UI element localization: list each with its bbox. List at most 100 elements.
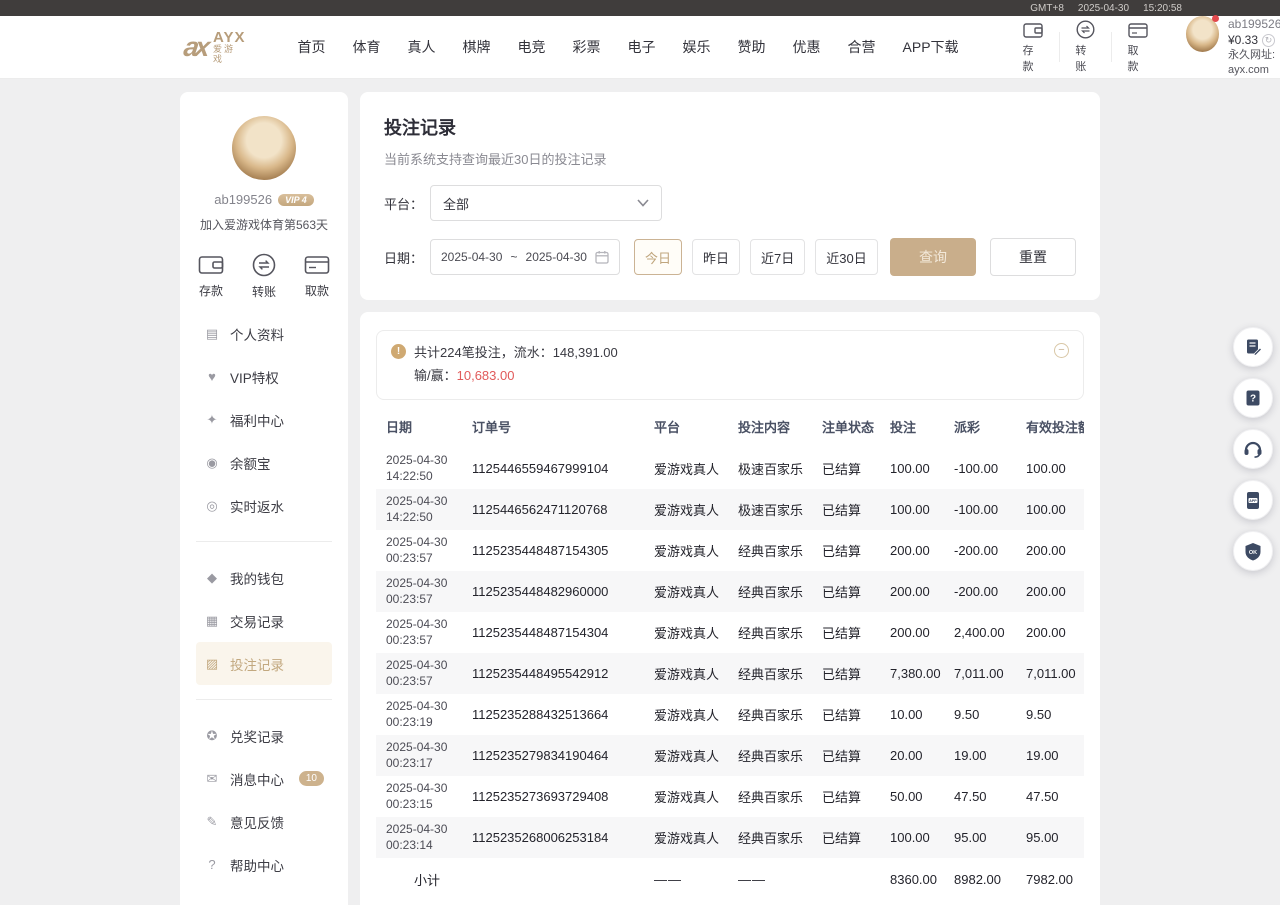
cell-platform: 爱游戏真人 (644, 828, 728, 847)
date-value: 2025-04-30 (386, 575, 462, 591)
deposit-button[interactable]: 存款 (1007, 21, 1059, 74)
sidebar-withdraw-button[interactable]: 取款 (304, 253, 330, 300)
transfer-button[interactable]: 转账 (1059, 20, 1110, 74)
cell-status: 已结算 (812, 541, 880, 560)
chevron-down-icon (637, 199, 649, 207)
sidebar-deposit-button[interactable]: 存款 (198, 253, 224, 300)
nav-item-电子[interactable]: 电子 (628, 37, 656, 57)
nav-item-优惠[interactable]: 优惠 (793, 37, 821, 57)
cell-status: 已结算 (812, 500, 880, 519)
sidebar-withdraw-label: 取款 (305, 282, 329, 299)
reset-button[interactable]: 重置 (990, 238, 1076, 276)
main-content: 投注记录 当前系统支持查询最近30日的投注记录 平台： 全部 日期： 2025-… (360, 92, 1100, 905)
sidebar-item-VIP特权[interactable]: ♥VIP特权 (196, 355, 332, 398)
profile-vip-badge: VIP 4 (278, 194, 314, 206)
cell-status: 已结算 (812, 582, 880, 601)
survey-button[interactable] (1233, 327, 1273, 367)
date-separator: ~ (510, 250, 517, 264)
nav-item-真人[interactable]: 真人 (408, 37, 436, 57)
cell-status: 已结算 (812, 623, 880, 642)
column-header: 投注内容 (728, 417, 812, 436)
sidebar-item-投注记录[interactable]: ▨投注记录 (196, 642, 332, 685)
sidebar-item-福利中心[interactable]: ✦福利中心 (196, 398, 332, 441)
nav-item-电竞[interactable]: 电竞 (518, 37, 546, 57)
sidebar-item-消息中心[interactable]: ✉消息中心10 (196, 757, 332, 800)
user-avatar[interactable] (1186, 16, 1219, 52)
sidebar-item-label: 我的钱包 (230, 568, 284, 588)
cell-order-no: 1125235279834190464 (462, 748, 644, 763)
site-logo[interactable]: ax AYX 爱游戏 (184, 30, 246, 65)
sidebar-item-意见反馈[interactable]: ✎意见反馈 (196, 800, 332, 843)
header-quick-actions: 存款 转账 取款 (1007, 20, 1164, 74)
range-button-近30日[interactable]: 近30日 (815, 239, 877, 275)
unread-count-badge: 10 (299, 771, 324, 786)
time-value: 00:23:17 (386, 755, 462, 771)
withdraw-button[interactable]: 取款 (1112, 21, 1164, 74)
nav-item-彩票[interactable]: 彩票 (573, 37, 601, 57)
balance-value: ¥0.33 (1228, 32, 1258, 48)
cell-payout: -200.00 (944, 584, 1016, 599)
cell-bet-content: 经典百家乐 (728, 705, 812, 724)
sidebar-item-帮助中心[interactable]: ?帮助中心 (196, 843, 332, 886)
range-button-今日[interactable]: 今日 (634, 239, 682, 275)
faq-button[interactable]: ? (1233, 378, 1273, 418)
nav-item-首页[interactable]: 首页 (298, 37, 326, 57)
cell-valid-bet: 19.00 (1016, 748, 1084, 763)
sidebar-item-交易记录[interactable]: ▦交易记录 (196, 599, 332, 642)
notification-dot (1212, 15, 1219, 22)
rebate-icon: ◎ (204, 498, 220, 514)
cell-order-no: 1125235448487154304 (462, 625, 644, 640)
sidebar-item-实时返水[interactable]: ◎实时返水 (196, 484, 332, 527)
nav-item-赞助[interactable]: 赞助 (738, 37, 766, 57)
subtotal-payout: 8982.00 (944, 872, 1016, 887)
range-button-昨日[interactable]: 昨日 (692, 239, 740, 275)
cell-valid-bet: 100.00 (1016, 502, 1084, 517)
current-date: 2025-04-30 (1078, 3, 1129, 14)
profile-avatar[interactable] (232, 116, 296, 180)
sidebar-item-label: 投注记录 (230, 654, 284, 674)
date-value: 2025-04-30 (386, 534, 462, 550)
current-time: 15:20:58 (1143, 3, 1182, 14)
sidebar-item-余额宝[interactable]: ◉余额宝 (196, 441, 332, 484)
menu-group: ▤个人资料♥VIP特权✦福利中心◉余额宝◎实时返水 (196, 306, 332, 533)
nav-item-棋牌[interactable]: 棋牌 (463, 37, 491, 57)
sidebar-item-label: 帮助中心 (230, 855, 284, 875)
cell-payout: 47.50 (944, 789, 1016, 804)
time-value: 00:23:57 (386, 673, 462, 689)
cell-platform: 爱游戏真人 (644, 623, 728, 642)
cell-bet-amount: 50.00 (880, 789, 944, 804)
sidebar-transfer-button[interactable]: 转账 (252, 253, 276, 300)
column-header: 派彩 (944, 417, 1016, 436)
wallet-icon (198, 253, 224, 276)
collapse-icon[interactable]: − (1054, 343, 1069, 358)
cell-bet-content: 经典百家乐 (728, 787, 812, 806)
query-button[interactable]: 查询 (890, 238, 976, 276)
cell-valid-bet: 200.00 (1016, 543, 1084, 558)
sidebar-item-个人资料[interactable]: ▤个人资料 (196, 312, 332, 355)
customer-service-button[interactable] (1233, 429, 1273, 469)
nav-item-APP下载[interactable]: APP下载 (903, 37, 959, 57)
platform-select[interactable]: 全部 (430, 185, 662, 221)
column-header: 订单号 (462, 417, 644, 436)
nav-item-体育[interactable]: 体育 (353, 37, 381, 57)
cell-payout: 19.00 (944, 748, 1016, 763)
cell-status: 已结算 (812, 664, 880, 683)
nav-item-娱乐[interactable]: 娱乐 (683, 37, 711, 57)
range-button-近7日[interactable]: 近7日 (750, 239, 805, 275)
table-row: 2025-04-3000:23:571125235448482960000爱游戏… (376, 571, 1084, 612)
sidebar-item-我的钱包[interactable]: ◆我的钱包 (196, 556, 332, 599)
ok-badge-button[interactable]: OK (1233, 531, 1273, 571)
cell-bet-content: 经典百家乐 (728, 664, 812, 683)
app-download-button[interactable]: APP (1233, 480, 1273, 520)
date-range-picker[interactable]: 2025-04-30 ~ 2025-04-30 (430, 239, 620, 275)
headset-icon (1243, 440, 1263, 458)
table-row: 2025-04-3000:23:571125235448487154305爱游戏… (376, 530, 1084, 571)
platform-label: 平台： (384, 194, 430, 213)
nav-item-合营[interactable]: 合营 (848, 37, 876, 57)
refresh-balance-icon[interactable]: ↻ (1262, 34, 1275, 47)
cell-platform: 爱游戏真人 (644, 787, 728, 806)
date-value: 2025-04-30 (386, 698, 462, 714)
subtotal-bet: 8360.00 (880, 872, 944, 887)
cell-platform: 爱游戏真人 (644, 541, 728, 560)
sidebar-item-兑奖记录[interactable]: ✪兑奖记录 (196, 714, 332, 757)
